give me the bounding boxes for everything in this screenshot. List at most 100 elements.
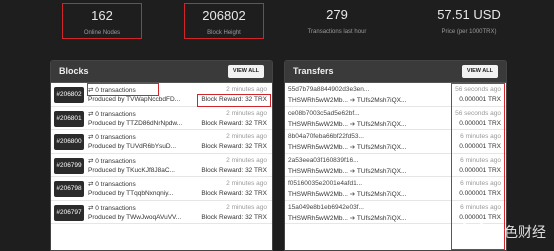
block-number[interactable]: #206801 (54, 110, 84, 127)
transfer-to[interactable]: TUfs2Msh7iQX... (357, 215, 406, 222)
transfers-panel-header: Transfers VIEW ALL (285, 61, 506, 83)
transfer-amount: 0.000001 TRX (459, 96, 501, 103)
arrow-right-icon: ➔ (349, 120, 356, 128)
transfer-amount: 0.000001 TRX (459, 119, 501, 127)
transfer-to[interactable]: TUfs2Msh7iQX... (357, 168, 406, 175)
block-time: 2 minutes ago (226, 203, 267, 211)
stat-value: 206802 (202, 8, 246, 23)
block-reward: Block Reward: 32 TRX (201, 190, 267, 197)
transfer-hash[interactable]: 2a53eea03f160839f16... (288, 157, 418, 164)
transfer-parties: THSWRh5wW2Mb... ➔ TUfs2Msh7iQX... (288, 96, 406, 104)
arrow-right-icon: ➔ (349, 191, 356, 198)
transfer-time: 56 seconds ago (455, 86, 501, 93)
transfer-time: 6 minutes ago (460, 180, 501, 187)
arrow-right-icon: ➔ (349, 144, 356, 151)
stat-value: 162 (91, 8, 113, 23)
transfer-hash[interactable]: f05160035e2001e4afd1... (288, 180, 418, 187)
block-number[interactable]: #206800 (54, 134, 84, 150)
block-row[interactable]: #206799 ⇄ 0 transactions Produced by TKu… (51, 154, 272, 177)
transfer-hash[interactable]: ce08b7003c5ad5e62bf... (288, 110, 418, 117)
block-transactions: ⇄ 0 transactions (88, 157, 136, 165)
stat-value: 279 (326, 7, 348, 22)
transfer-amount: 0.000001 TRX (459, 190, 501, 197)
block-transactions: ⇄ 0 transactions (88, 110, 136, 118)
transfer-parties: THSWRh5wW2Mb... ➔ TUfs2Msh7iQX... (288, 120, 406, 128)
transfer-row[interactable]: 2a53eea03f160839f16... THSWRh5wW2Mb... ➔… (285, 154, 506, 177)
block-transactions: ⇄ 0 transactions (88, 204, 136, 212)
block-producer[interactable]: Produced by TUVdR6bYsuD... (88, 143, 183, 150)
transfer-from[interactable]: THSWRh5wW2Mb... (288, 168, 348, 175)
blocks-view-all-button[interactable]: VIEW ALL (227, 65, 264, 78)
block-number[interactable]: #206797 (54, 204, 84, 221)
watermark: 金色财经 (460, 219, 546, 245)
watermark-logo-icon (460, 219, 486, 245)
block-row[interactable]: #206797 ⇄ 0 transactions Produced by TWw… (51, 201, 272, 224)
transfer-row[interactable]: 8b04a70feba66bf22fd53... THSWRh5wW2Mb...… (285, 130, 506, 154)
transfer-to[interactable]: TUfs2Msh7iQX... (357, 144, 406, 151)
stat-label: Online Nodes (83, 30, 121, 36)
transfer-row[interactable]: 55d7b79a8844902d3e3en... THSWRh5wW2Mb...… (285, 83, 506, 107)
block-reward: Block Reward: 32 TRX (201, 96, 267, 103)
transfer-amount: 0.000001 TRX (459, 143, 501, 150)
transfer-from[interactable]: THSWRh5wW2Mb... (288, 97, 348, 104)
transfer-to[interactable]: TUfs2Msh7iQX... (357, 97, 406, 104)
arrow-right-icon: ➔ (349, 214, 356, 222)
transfer-row[interactable]: f05160035e2001e4afd1... THSWRh5wW2Mb... … (285, 177, 506, 201)
block-transactions: ⇄ 0 transactions (88, 181, 136, 188)
transfer-parties: THSWRh5wW2Mb... ➔ TUfs2Msh7iQX... (288, 190, 406, 198)
transfer-hash[interactable]: 55d7b79a8844902d3e3en... (288, 86, 418, 93)
block-producer[interactable]: Produced by TTqqbNxnqniy... (88, 190, 183, 197)
transfer-to[interactable]: TUfs2Msh7iQX... (357, 191, 406, 198)
block-reward: Block Reward: 32 TRX (201, 166, 267, 174)
transfer-parties: THSWRh5wW2Mb... ➔ TUfs2Msh7iQX... (288, 214, 406, 222)
block-row[interactable]: #206801 ⇄ 0 transactions Produced by TTZ… (51, 107, 272, 130)
stat-online-nodes: 162 Online Nodes (62, 3, 142, 39)
blocks-list: #206802 ⇄ 0 transactions Produced by TVW… (51, 83, 272, 250)
transfer-from[interactable]: THSWRh5wW2Mb... (288, 144, 348, 151)
block-row[interactable]: #206800 ⇄ 0 transactions Produced by TUV… (51, 130, 272, 154)
block-producer[interactable]: Produced by TWwJwoqAVuVV... (88, 214, 183, 221)
block-reward: Block Reward: 32 TRX (201, 213, 267, 221)
stat-value: 57.51 USD (437, 7, 501, 22)
transfer-from[interactable]: THSWRh5wW2Mb... (288, 191, 348, 198)
transfers-title: Transfers (293, 66, 334, 76)
stats-bar: 162 Online Nodes 206802 Block Height 279… (0, 0, 554, 50)
transfer-from[interactable]: THSWRh5wW2Mb... (288, 215, 348, 222)
transfer-from[interactable]: THSWRh5wW2Mb... (288, 121, 348, 128)
transfer-time: 56 seconds ago (455, 109, 501, 117)
transfer-time: 6 minutes ago (460, 156, 501, 164)
transfer-row[interactable]: ce08b7003c5ad5e62bf... THSWRh5wW2Mb... ➔… (285, 107, 506, 130)
watermark-text: 金色财经 (490, 225, 546, 241)
blocks-panel: Blocks VIEW ALL #206802 ⇄ 0 transactions… (50, 60, 273, 251)
stat-label: Price (per 1000TRX) (441, 29, 497, 35)
block-time: 2 minutes ago (226, 86, 267, 93)
stat-label: Transactions last hour (307, 29, 367, 35)
arrow-right-icon: ➔ (349, 97, 356, 104)
block-time: 2 minutes ago (226, 156, 267, 164)
block-number[interactable]: #206802 (54, 87, 84, 103)
blocks-title: Blocks (59, 66, 89, 76)
block-number[interactable]: #206798 (54, 181, 84, 197)
transfer-parties: THSWRh5wW2Mb... ➔ TUfs2Msh7iQX... (288, 143, 406, 151)
transfer-time: 6 minutes ago (460, 133, 501, 140)
blocks-panel-header: Blocks VIEW ALL (51, 61, 272, 83)
transfers-view-all-button[interactable]: VIEW ALL (461, 65, 498, 78)
block-time: 2 minutes ago (226, 133, 267, 140)
stat-label: Block Height (207, 30, 241, 36)
block-transactions: ⇄ 0 transactions (88, 134, 136, 141)
block-producer[interactable]: Produced by TVWapNccbdFD... (88, 96, 183, 103)
block-reward: Block Reward: 32 TRX (201, 119, 267, 127)
transfer-hash[interactable]: 8b04a70feba66bf22fd53... (288, 133, 418, 140)
block-number[interactable]: #206799 (54, 157, 84, 174)
transfer-parties: THSWRh5wW2Mb... ➔ TUfs2Msh7iQX... (288, 167, 406, 175)
stat-block-height: 206802 Block Height (184, 3, 264, 39)
block-reward: Block Reward: 32 TRX (201, 143, 267, 150)
block-row[interactable]: #206798 ⇄ 0 transactions Produced by TTq… (51, 177, 272, 201)
transfer-to[interactable]: TUfs2Msh7iQX... (357, 121, 406, 128)
block-producer[interactable]: Produced by TKucKJf8J8aC... (88, 167, 183, 174)
transfer-hash[interactable]: 15a049e8b1eb6942e03f... (288, 204, 418, 211)
block-time: 2 minutes ago (226, 109, 267, 117)
block-time: 2 minutes ago (226, 180, 267, 187)
block-row[interactable]: #206802 ⇄ 0 transactions Produced by TVW… (51, 83, 272, 107)
block-producer[interactable]: Produced by TTZD86dNrNpdw... (88, 120, 183, 127)
